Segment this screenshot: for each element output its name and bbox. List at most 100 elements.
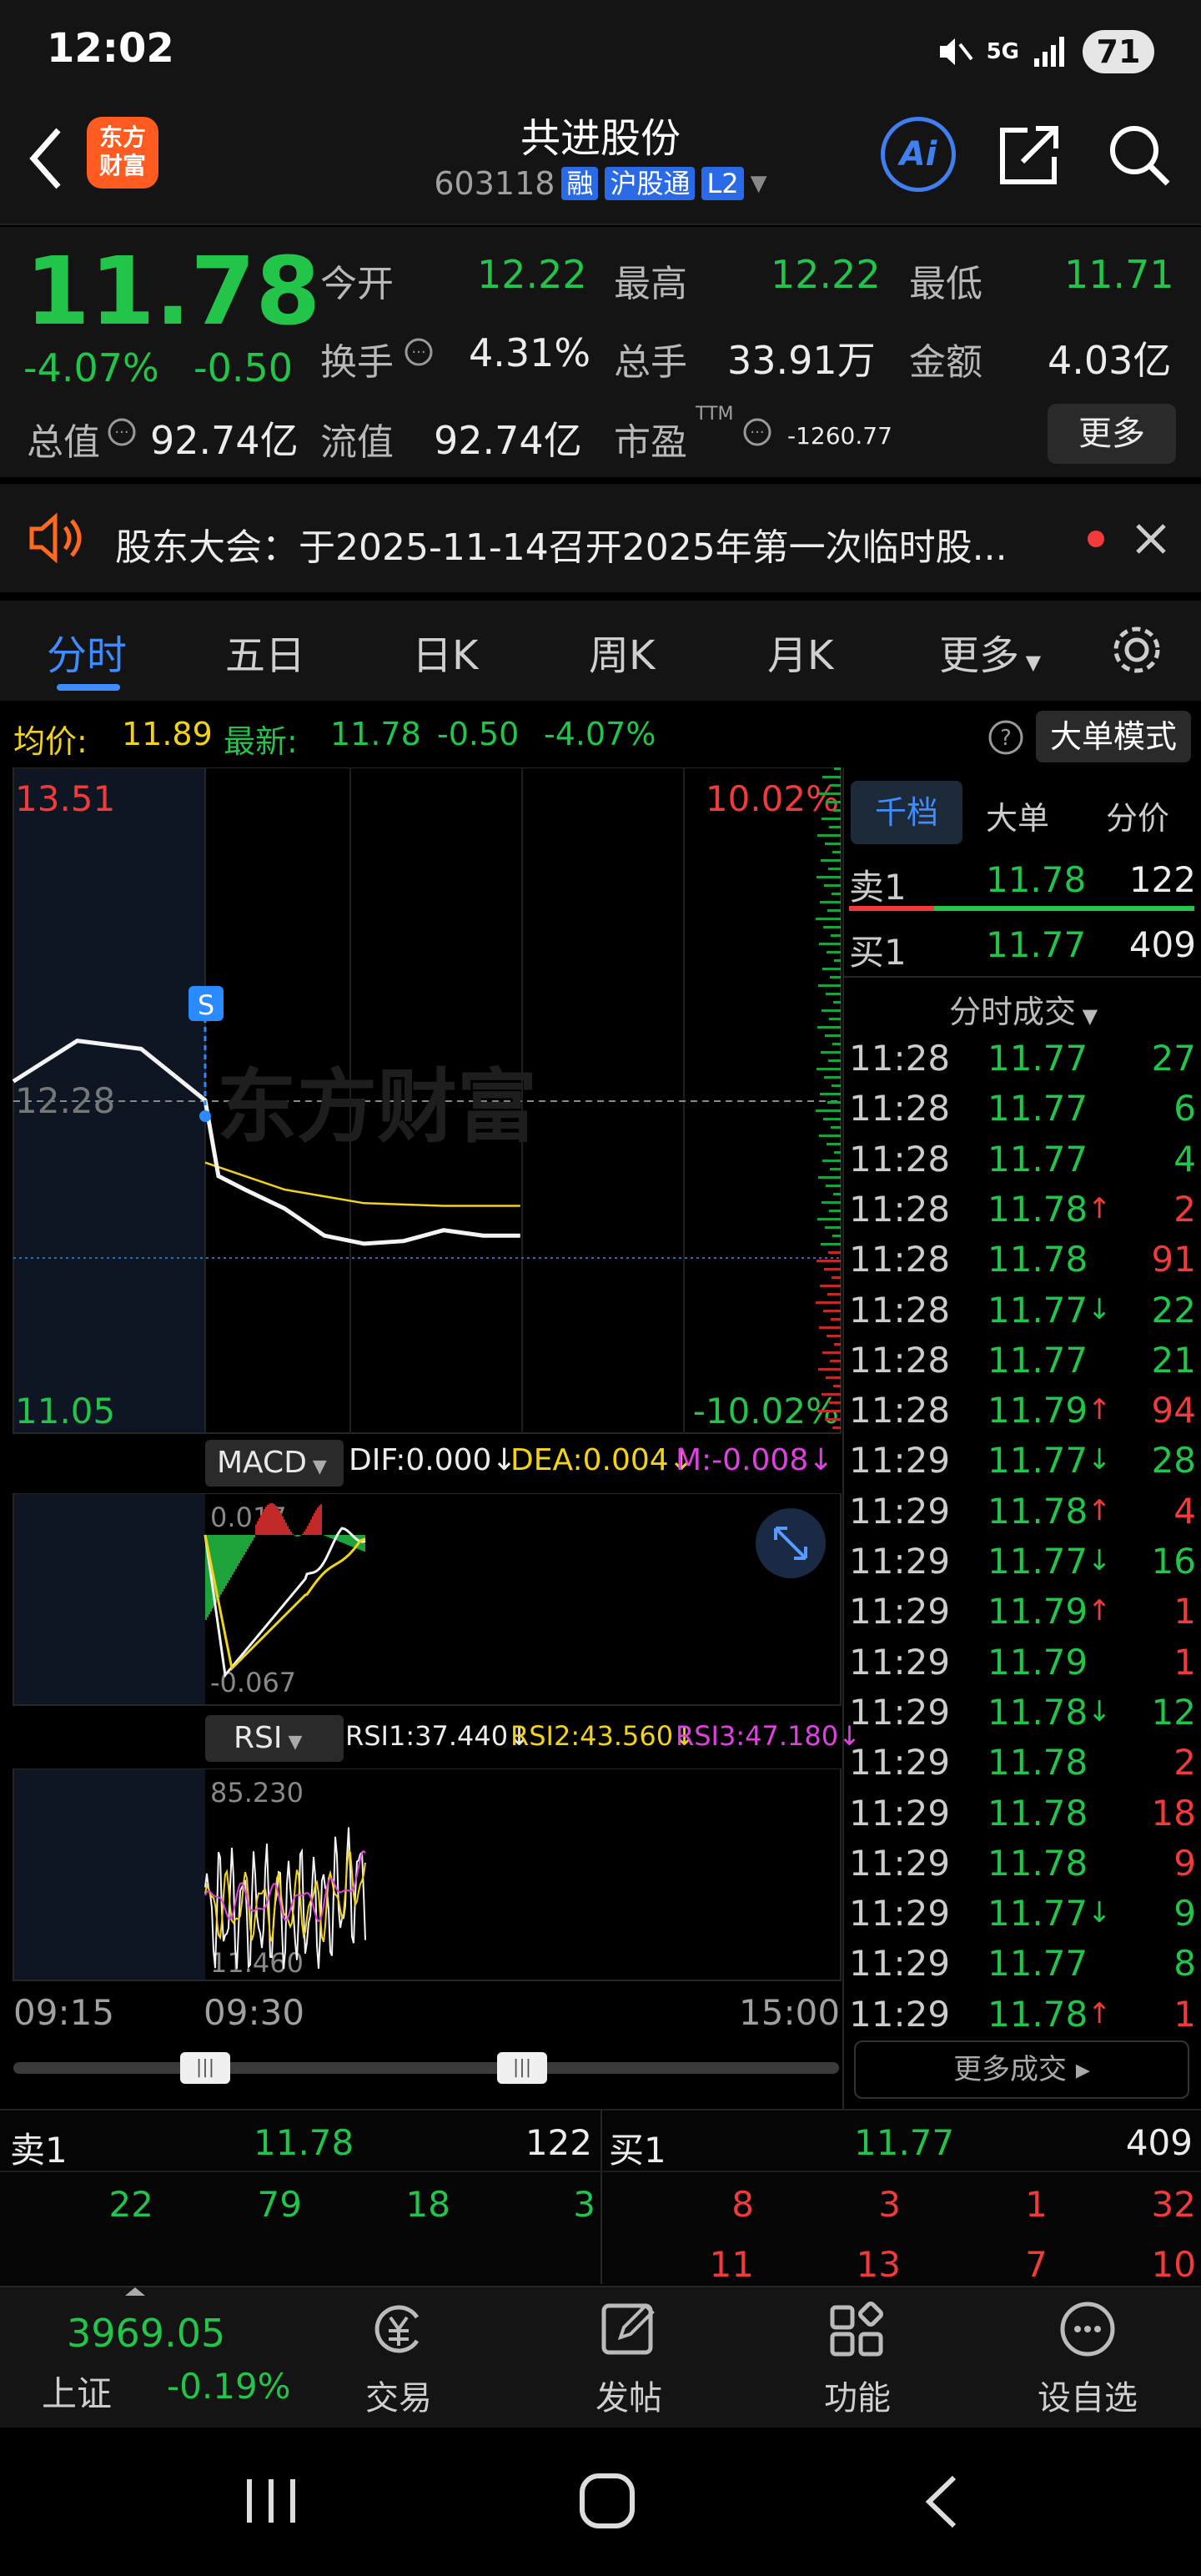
big-order-mode-button[interactable]: 大单模式 (1036, 711, 1191, 762)
macd-bar (362, 1535, 364, 1552)
rsi-chart[interactable]: 85.230 11.460 (0, 1768, 842, 1985)
macd-bar (340, 1535, 342, 1542)
side-tab-depth[interactable]: 千档 (851, 781, 962, 844)
footer-add-watchlist[interactable]: 设自选 (1004, 2296, 1171, 2419)
rsi3: RSI3:47.180↓ (676, 1720, 861, 1752)
side-tab-price-dist[interactable]: 分价 (1106, 792, 1169, 838)
tick-direction: ↑ (1088, 1393, 1112, 1427)
macd-bar (305, 1528, 307, 1535)
tick-price: 11.78 (987, 1792, 1088, 1834)
range-scrollbar[interactable] (13, 2062, 839, 2074)
rsi3-value: RSI3:47.180 (676, 1720, 839, 1752)
index-value[interactable]: 3969.05 (67, 2311, 225, 2356)
recent-apps-icon[interactable] (242, 2474, 300, 2528)
depth-bar (834, 959, 841, 962)
depth-bar (834, 1343, 841, 1346)
depth-bar (817, 1026, 841, 1029)
bottom-buy1-volume: 409 (1125, 2122, 1193, 2163)
sell-queue-2: 79 (257, 2184, 302, 2225)
tab-more[interactable]: 更多 ▼ (939, 622, 1041, 681)
macd-bar (317, 1507, 319, 1535)
index-pct[interactable]: -0.19% (167, 2366, 291, 2407)
rsi-bottom-label: 11.460 (210, 1947, 304, 1979)
close-icon[interactable] (1134, 522, 1168, 556)
ai-button[interactable]: Ai (881, 117, 956, 192)
tab-intraday[interactable]: 分时 (47, 622, 127, 681)
dropdown-caret-icon[interactable]: ▼ (751, 171, 767, 196)
share-icon[interactable] (997, 123, 1064, 187)
range-handle-right[interactable]: ||| (497, 2052, 547, 2084)
more-trades-button[interactable]: 更多成交 ▸ (854, 2040, 1189, 2099)
depth-bar (820, 1285, 841, 1287)
mcap-info-icon[interactable]: ··· (107, 417, 137, 447)
rsi1-value: RSI1:37.440 (345, 1720, 509, 1752)
depth-bar (822, 1201, 841, 1204)
tick-price: 11.77 (987, 1541, 1088, 1582)
footer-trade-label: 交易 (365, 2379, 432, 2418)
info-icon[interactable]: ··· (404, 337, 434, 367)
stock-code: 603118 (434, 165, 555, 202)
macd-bar (342, 1535, 344, 1543)
last-price: 11.78 (25, 238, 321, 346)
macd-bar (347, 1535, 349, 1545)
depth-bar (834, 767, 841, 770)
depth-bar (830, 1360, 841, 1362)
nav-back-icon[interactable] (921, 2473, 962, 2531)
side-sell1-price: 11.78 (986, 859, 1087, 900)
macd-bar (257, 1521, 259, 1535)
macd-bar (284, 1519, 285, 1535)
tick-time: 11:28 (849, 1138, 951, 1180)
depth-bar (818, 984, 841, 987)
tick-time: 11:28 (849, 1289, 951, 1331)
depth-bar (818, 1176, 841, 1179)
ticks-header[interactable]: 分时成交 ▼ (949, 986, 1098, 1032)
macd-bar (254, 1535, 255, 1538)
tab-weekly-k[interactable]: 周K (589, 622, 655, 681)
footer-functions[interactable]: 功能 (774, 2296, 941, 2419)
macd-bar (287, 1526, 289, 1535)
notice-text[interactable]: 股东大会：于2025-11-14召开2025年第一次临时股... (115, 517, 1041, 571)
tab-daily-k[interactable]: 日K (412, 622, 478, 681)
tab-monthly-k[interactable]: 月K (767, 622, 833, 681)
depth-bar (832, 1235, 841, 1237)
more-button[interactable]: 更多 (1048, 404, 1176, 464)
ticks-caret-icon: ▼ (1076, 1004, 1098, 1028)
range-handle-left[interactable]: ||| (180, 2052, 230, 2084)
settings-gear-icon[interactable] (1108, 621, 1166, 679)
depth-bar (817, 876, 841, 878)
macd-selector[interactable]: MACD ▼ (205, 1440, 344, 1487)
average-price-line (204, 1161, 520, 1207)
footer-trade[interactable]: 交易 (315, 2296, 482, 2419)
index-name[interactable]: 上证 (42, 2366, 112, 2417)
side-tab-big-orders[interactable]: 大单 (986, 792, 1049, 838)
macd-bar (290, 1531, 292, 1535)
svg-text:?: ? (1000, 726, 1012, 751)
home-icon[interactable] (575, 2469, 639, 2533)
help-icon[interactable]: ? (987, 719, 1024, 756)
tick-time: 11:29 (849, 1742, 951, 1784)
intraday-chart[interactable]: 东方财富 13.51 12.28 11.05 10.02% -10.02% S (0, 767, 842, 1435)
rsi-selector[interactable]: RSI ▼ (205, 1715, 344, 1762)
tick-row: 11:29 11.78 18 (849, 1793, 1196, 1843)
sell-queue-4: 3 (573, 2184, 595, 2225)
high-value: 12.22 (771, 252, 881, 297)
tick-row: 11:29 11.79 1 (849, 1642, 1196, 1692)
depth-bar (820, 901, 841, 903)
depth-bar (825, 843, 841, 845)
expand-up-icon[interactable] (125, 2287, 145, 2296)
latest-change: -0.50 (437, 716, 520, 752)
signal-marker-label: S (198, 989, 214, 1021)
amount-value: 4.03亿 (1048, 338, 1172, 383)
order-depth-bars (816, 767, 841, 1429)
tab-five-day[interactable]: 五日 (225, 622, 305, 681)
y-top-label: 13.51 (15, 778, 115, 819)
low-label: 最低 (909, 263, 982, 305)
footer-post[interactable]: 发帖 (545, 2296, 712, 2419)
macd-bar (297, 1535, 299, 1537)
tick-row: 11:29 11.77 ↓ 9 (849, 1893, 1196, 1943)
tick-price: 11.78 (987, 1490, 1088, 1532)
search-icon[interactable] (1106, 122, 1173, 189)
buy-queue-5: 11 (709, 2244, 754, 2285)
macd-chart[interactable]: 0.017 -0.067 (0, 1493, 842, 1707)
pe-info-icon[interactable]: ··· (742, 417, 772, 447)
